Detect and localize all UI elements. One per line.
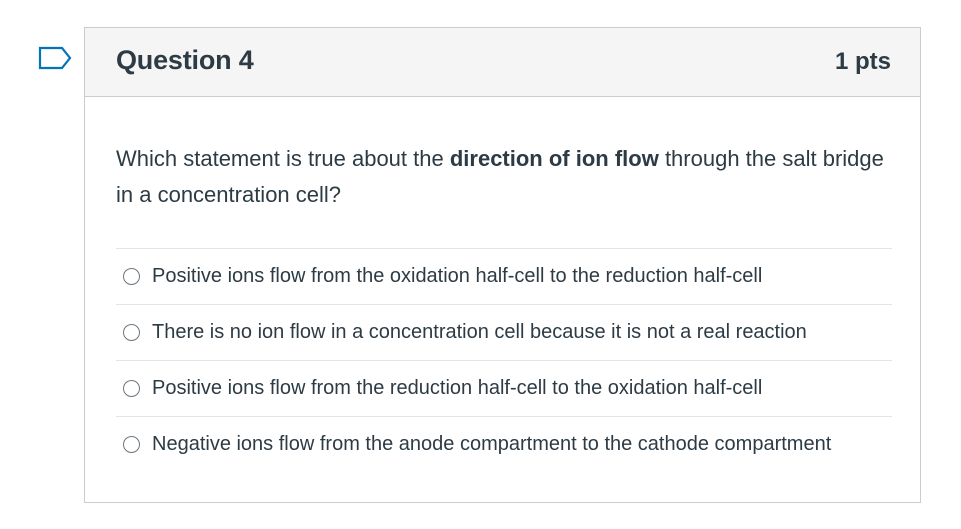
question-points: 1 pts — [834, 48, 891, 75]
radio-button[interactable] — [123, 436, 140, 453]
answer-label[interactable]: There is no ion flow in a concentration … — [152, 321, 807, 344]
flag-question-icon[interactable] — [38, 46, 72, 74]
answer-label[interactable]: Positive ions flow from the reduction ha… — [152, 377, 762, 400]
question-text: Which statement is true about the direct… — [116, 141, 891, 213]
answer-option[interactable]: Positive ions flow from the oxidation ha… — [116, 248, 892, 304]
answer-option[interactable]: Negative ions flow from the anode compar… — [116, 416, 892, 472]
answer-label[interactable]: Positive ions flow from the oxidation ha… — [152, 265, 762, 288]
question-title: Question 4 — [116, 45, 254, 75]
question-text-emphasis: direction of ion flow — [449, 146, 659, 171]
answer-label[interactable]: Negative ions flow from the anode compar… — [152, 433, 831, 456]
answer-list: Positive ions flow from the oxidation ha… — [116, 248, 892, 472]
radio-button[interactable] — [123, 268, 140, 285]
radio-button[interactable] — [123, 324, 140, 341]
answer-option[interactable]: Positive ions flow from the reduction ha… — [116, 360, 892, 416]
question-card: Question 4 1 pts Which statement is true… — [84, 27, 921, 503]
question-text-start: Which statement is true about the — [116, 146, 450, 171]
answer-option[interactable]: There is no ion flow in a concentration … — [116, 304, 892, 360]
radio-button[interactable] — [123, 380, 140, 397]
question-header: Question 4 1 pts — [85, 28, 920, 97]
